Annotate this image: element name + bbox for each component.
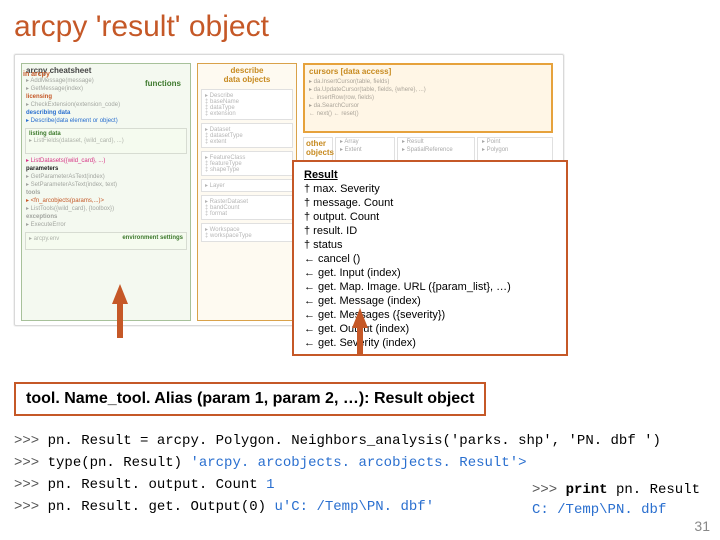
cheatsheet-col-describe: describedata objects ▸ Describe‡ baseNam… [197,63,297,321]
result-header: Result [304,168,556,182]
env-box: ▸ arcpy.env environment settings [25,232,187,250]
result-line: ← get. Severity (index) [304,336,556,350]
result-class-callout: Result † max. Severity † message. Count … [292,160,568,356]
page-number: 31 [694,518,710,534]
cursors-box: cursors [data access] ▸ da.InsertCursor(… [303,63,553,133]
result-line: ← get. Output (index) [304,322,556,336]
slide: arcpy 'result' object arcpy cheatsheet ▸… [0,0,720,540]
cheatsheet-diagram: arcpy cheatsheet ▸ AddMessage(message) ▸… [14,50,574,340]
cheatsheet-col-arcpy: arcpy cheatsheet ▸ AddMessage(message) ▸… [21,63,191,321]
code-example: >>> pn. Result = arcpy. Polygon. Neighbo… [14,430,706,518]
page-title: arcpy 'result' object [14,10,706,44]
print-example: >>> print pn. Result C: /Temp\PN. dbf [532,480,700,520]
result-line: † result. ID [304,224,556,238]
result-line: † max. Severity [304,182,556,196]
result-line: ← get. Input (index) [304,266,556,280]
signature-callout: tool. Name_tool. Alias (param 1, param 2… [14,382,486,416]
listing-data-box: listing data ▸ ListFields(dataset, {wild… [25,128,187,154]
functions-label: functions [145,79,181,88]
result-line: ← get. Map. Image. URL ({param_list}, …) [304,280,556,294]
result-line: † status [304,238,556,252]
result-line: ← get. Messages ({severity}) [304,308,556,322]
result-line: ← cancel () [304,252,556,266]
result-line: ← get. Message (index) [304,294,556,308]
result-line: † message. Count [304,196,556,210]
result-line: † output. Count [304,210,556,224]
